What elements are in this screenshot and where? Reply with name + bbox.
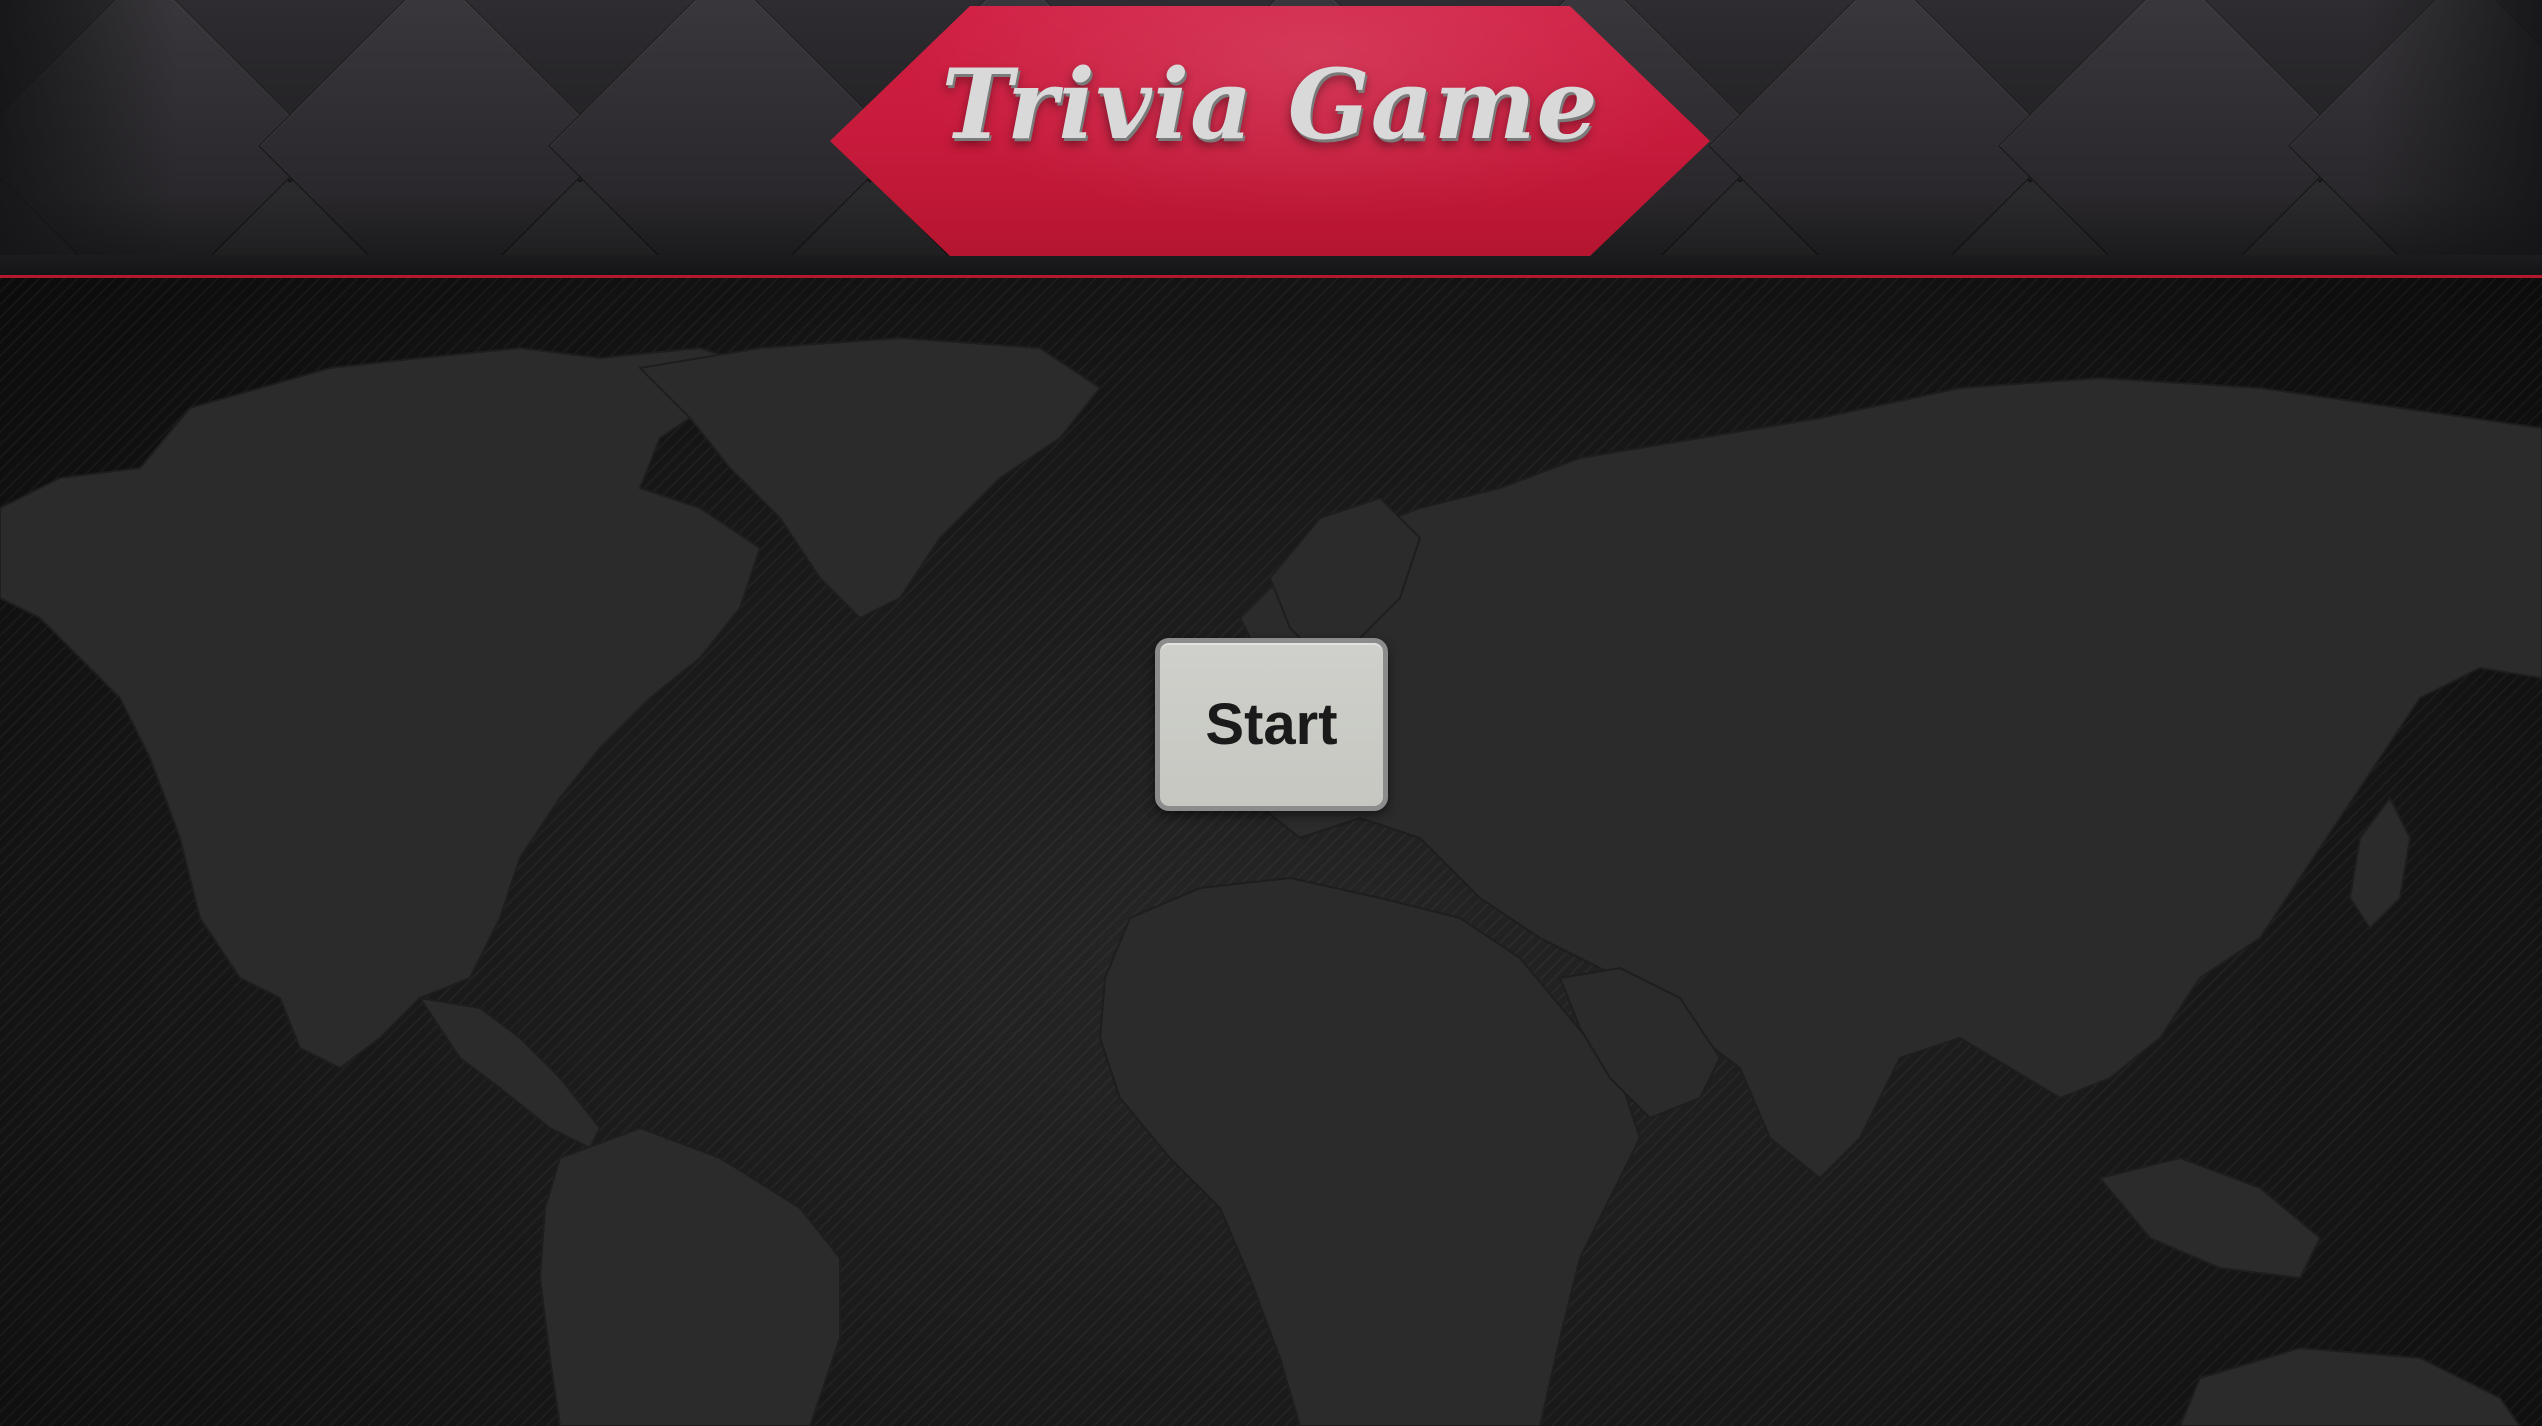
continent-central-america — [417, 996, 602, 1150]
world-map-icon — [0, 336, 2542, 1426]
header-bottom-bar — [0, 255, 2542, 275]
island-japan — [2348, 796, 2412, 930]
main-area: Start — [0, 278, 2542, 1426]
continent-australia — [2178, 1346, 2522, 1426]
game-title: Trivia Game — [941, 48, 1599, 161]
title-banner: Trivia Game — [830, 6, 1710, 256]
start-button[interactable]: Start — [1155, 638, 1388, 811]
title-header: Trivia Game — [0, 0, 2542, 278]
islands-southeast-asia — [2098, 1156, 2322, 1280]
continent-north-america — [0, 346, 763, 1070]
continent-south-america — [538, 1126, 841, 1426]
continent-africa — [1098, 876, 1642, 1426]
game-screen: Trivia Game Start — [0, 0, 2542, 1426]
